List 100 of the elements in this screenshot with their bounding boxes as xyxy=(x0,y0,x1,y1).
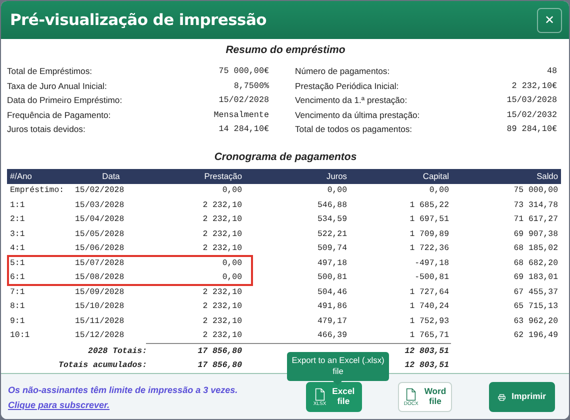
table-cell-text: 68 185,02 xyxy=(512,244,559,254)
table-cell-text: 2 232,10 xyxy=(202,230,243,239)
table-cell-text: 3:1 xyxy=(9,230,26,239)
table-cell-text: 7:1 xyxy=(9,288,26,297)
summary-label: Juros totais devidos: xyxy=(7,124,86,134)
table-cell-text: 0,00 xyxy=(428,186,450,196)
column-header: #/Ano xyxy=(9,171,33,181)
summary-label: Vencimento da última prestação: xyxy=(295,110,420,120)
summary-value: 48 xyxy=(546,66,557,76)
table-cell-text: 522,21 xyxy=(316,230,348,239)
summary-value: Mensalmente xyxy=(214,110,269,120)
table-cell-text: -500,81 xyxy=(414,273,450,282)
window-title: Pré-visualização de impressão xyxy=(10,11,266,29)
table-cell-text: 69 183,01 xyxy=(512,273,559,282)
file-icon xyxy=(406,388,416,400)
table-cell-text: 1 697,51 xyxy=(408,215,450,224)
summary-label: Data do Primeiro Empréstimo: xyxy=(7,95,122,106)
table-cell-text: 15/10/2028 xyxy=(74,302,126,312)
summary-value: 15/02/2032 xyxy=(506,110,557,120)
summary-value: 2 232,10€ xyxy=(512,80,557,91)
table-cell-text: 63 962,20 xyxy=(512,316,559,326)
summary-label: Total de todos os pagamentos: xyxy=(295,124,412,134)
table-cell-text: 534,59 xyxy=(316,215,348,224)
table-cell-text: Empréstimo: xyxy=(9,186,66,196)
table-cell-text: 2 232,10 xyxy=(202,316,243,326)
table-cell-text: 466,39 xyxy=(316,331,348,340)
table-cell-text: 62 196,49 xyxy=(512,331,559,340)
section-title: Resumo do empréstimo xyxy=(224,44,346,56)
table-cell-text: 9:1 xyxy=(9,316,26,326)
table-cell-text: 0,00 xyxy=(221,258,243,268)
table-cell-text: 0,00 xyxy=(221,186,243,196)
summary-label: Frequência de Pagamento: xyxy=(7,110,111,120)
table-cell-text: 17 856,80 xyxy=(196,346,243,356)
table-cell-text: 15/12/2028 xyxy=(74,331,126,340)
table-cell-text: 2 232,10 xyxy=(202,331,243,340)
table-cell-text: 1 740,24 xyxy=(408,302,450,312)
table-cell-text: 15/09/2028 xyxy=(74,288,126,297)
summary-label: Total de Empréstimos: xyxy=(7,66,92,76)
table-cell-text: 68 682,20 xyxy=(512,258,559,268)
table-cell-text: 1 765,71 xyxy=(408,331,450,340)
table-cell-text: 8:1 xyxy=(9,302,26,312)
table-cell-text: 1 722,36 xyxy=(408,244,450,254)
table-cell-text: 509,74 xyxy=(316,244,348,254)
table-cell-text: 1 727,64 xyxy=(408,288,450,297)
table-cell-text: 15/03/2028 xyxy=(74,200,126,210)
table-cell-text: 17 856,80 xyxy=(196,361,243,370)
table-cell-text: 15/02/2028 xyxy=(74,186,126,196)
table-cell-text: 15/11/2028 xyxy=(74,316,126,326)
table-cell-text: 15/08/2028 xyxy=(74,273,126,282)
table-cell-text: 2:1 xyxy=(9,215,26,224)
table-cell-text: 1 752,93 xyxy=(408,316,450,326)
table-cell-text: 0,00 xyxy=(326,186,348,196)
table-cell-text: 15/07/2028 xyxy=(74,258,126,268)
table-cell-text: 65 715,13 xyxy=(512,302,559,312)
table-cell-text: 1 709,89 xyxy=(408,230,450,239)
table-cell-text: 12 803,51 xyxy=(404,346,450,356)
column-header: Saldo xyxy=(536,171,559,181)
table-cell-text: 504,46 xyxy=(316,288,348,297)
table-cell-text: 1 685,22 xyxy=(408,200,450,210)
table-cell-text: 497,18 xyxy=(316,258,348,268)
table-cell-text: 2 232,10 xyxy=(202,302,243,312)
table-cell-text: 12 803,51 xyxy=(404,361,450,370)
table-cell-text: 491,86 xyxy=(316,302,348,312)
column-header: Capital xyxy=(422,171,450,181)
table-cell-text: 1:1 xyxy=(9,200,26,210)
subscribe-link[interactable]: Clique para subscrever. xyxy=(8,400,110,410)
table-cell-text: 2 232,10 xyxy=(202,200,243,210)
table-cell-text: 67 455,37 xyxy=(512,288,559,297)
notice-text: Os não-assinantes têm limite de impressão a 3 vezes. xyxy=(8,384,239,394)
column-header: Prestação xyxy=(203,171,243,181)
table-cell-text: 2 232,10 xyxy=(202,215,243,224)
section-title: Cronograma de pagamentos xyxy=(213,150,358,162)
table-cell-text: 2 232,10 xyxy=(202,244,243,254)
table-cell-text: 15/04/2028 xyxy=(74,215,126,224)
column-header: Juros xyxy=(326,171,348,181)
summary-value: 8,7500% xyxy=(234,80,269,91)
summary-value: 14 284,10€ xyxy=(218,124,269,134)
column-header: Data xyxy=(101,171,121,181)
close-button[interactable]: ✕ xyxy=(537,8,562,32)
table-cell-text: 4:1 xyxy=(9,244,26,254)
table-cell-text: 6:1 xyxy=(9,273,26,282)
table-cell-text: 15/05/2028 xyxy=(74,230,126,239)
summary-label: Prestação Periódica Inicial: xyxy=(295,80,399,91)
table-cell-text: 73 314,78 xyxy=(512,200,559,210)
print-button[interactable]: Imprimir xyxy=(489,382,555,412)
table-cell-text: 71 617,27 xyxy=(512,215,559,224)
totals-label: Totais acumulados: xyxy=(58,361,148,370)
summary-value: 15/03/2028 xyxy=(506,95,557,106)
table-cell-text: -497,18 xyxy=(414,258,450,268)
file-icon xyxy=(314,388,325,400)
table-cell-text: 0,00 xyxy=(221,273,243,282)
table-cell-text: 500,81 xyxy=(316,273,348,282)
tooltip: Export to an Excel (.xlsx) file xyxy=(287,352,389,385)
table-cell-text: 479,17 xyxy=(316,316,348,326)
summary-label: Vencimento da 1.ª prestação: xyxy=(295,95,408,106)
summary-value: 15/02/2028 xyxy=(218,95,269,106)
table-cell-text: 69 907,38 xyxy=(512,230,559,239)
table-cell-text: 546,88 xyxy=(316,200,348,210)
summary-label: Número de pagamentos: xyxy=(295,66,390,76)
table-cell-text: 5:1 xyxy=(9,258,26,268)
